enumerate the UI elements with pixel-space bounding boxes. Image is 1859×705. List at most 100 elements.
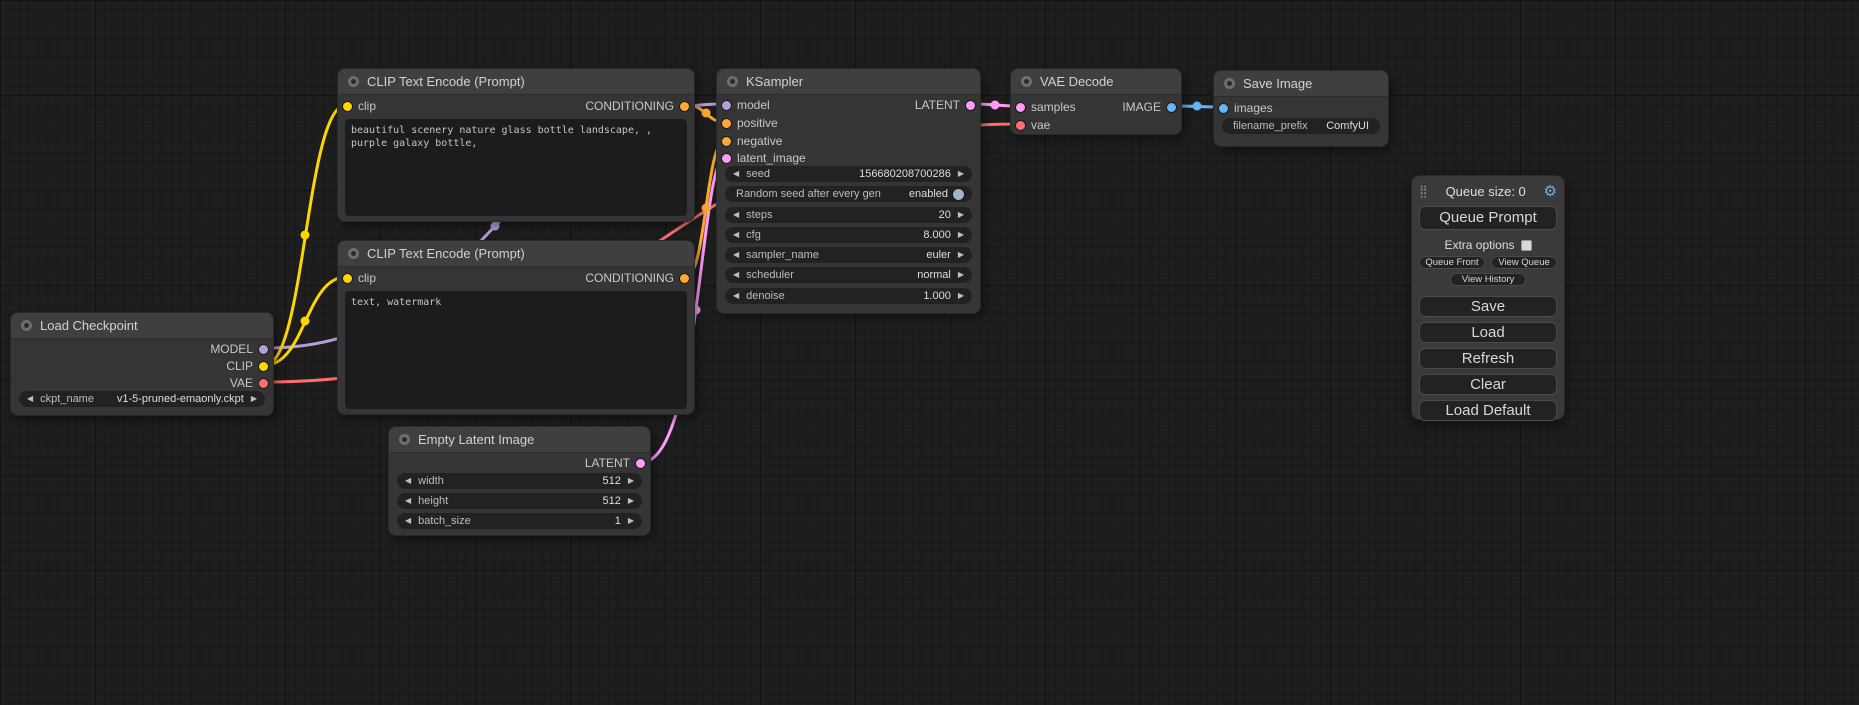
port-dot-conditioning[interactable] bbox=[680, 102, 689, 111]
decrement-arrow-icon[interactable]: ◀ bbox=[733, 227, 739, 243]
port-dot-latent[interactable] bbox=[636, 459, 645, 468]
drag-handle-icon[interactable]: ⣿ bbox=[1419, 184, 1428, 198]
node-title-bar[interactable]: KSampler bbox=[717, 69, 980, 95]
collapse-dot-icon[interactable] bbox=[727, 76, 738, 87]
node-clip-text-encode-positive[interactable]: CLIP Text Encode (Prompt) clip CONDITION… bbox=[337, 68, 695, 222]
output-slot-model[interactable]: MODEL bbox=[210, 342, 268, 356]
widget-scheduler[interactable]: ◀ scheduler normal ▶ bbox=[725, 267, 972, 283]
wire-midpoint-cond-negative[interactable] bbox=[702, 204, 711, 213]
decrement-arrow-icon[interactable]: ◀ bbox=[405, 493, 411, 509]
increment-arrow-icon[interactable]: ▶ bbox=[628, 473, 634, 489]
output-slot-vae[interactable]: VAE bbox=[230, 376, 268, 390]
decrement-arrow-icon[interactable]: ◀ bbox=[405, 473, 411, 489]
clear-button[interactable]: Clear bbox=[1419, 374, 1557, 395]
port-dot-clip[interactable] bbox=[343, 102, 352, 111]
refresh-button[interactable]: Refresh bbox=[1419, 348, 1557, 369]
prev-arrow-icon[interactable]: ◀ bbox=[27, 391, 33, 407]
widget-height[interactable]: ◀ height 512 ▶ bbox=[397, 493, 642, 509]
node-title-bar[interactable]: Empty Latent Image bbox=[389, 427, 650, 453]
port-dot-clip[interactable] bbox=[259, 362, 268, 371]
widget-steps[interactable]: ◀ steps 20 ▶ bbox=[725, 207, 972, 223]
wire-midpoint-clip-positive[interactable] bbox=[301, 231, 310, 240]
input-slot-clip[interactable]: clip bbox=[343, 271, 376, 285]
collapse-dot-icon[interactable] bbox=[21, 320, 32, 331]
input-slot-samples[interactable]: samples bbox=[1016, 100, 1076, 114]
save-button[interactable]: Save bbox=[1419, 296, 1557, 317]
view-history-button[interactable]: View History bbox=[1450, 273, 1526, 286]
next-arrow-icon[interactable]: ▶ bbox=[251, 391, 257, 407]
port-dot-latent[interactable] bbox=[966, 101, 975, 110]
port-dot-image[interactable] bbox=[1219, 104, 1228, 113]
port-dot-conditioning[interactable] bbox=[722, 119, 731, 128]
collapse-dot-icon[interactable] bbox=[348, 248, 359, 259]
prev-arrow-icon[interactable]: ◀ bbox=[733, 247, 739, 263]
increment-arrow-icon[interactable]: ▶ bbox=[958, 207, 964, 223]
settings-gear-icon[interactable]: ⚙ bbox=[1544, 182, 1557, 200]
port-dot-vae[interactable] bbox=[1016, 121, 1025, 130]
increment-arrow-icon[interactable]: ▶ bbox=[628, 513, 634, 529]
view-queue-button[interactable]: View Queue bbox=[1491, 256, 1557, 269]
node-clip-text-encode-negative[interactable]: CLIP Text Encode (Prompt) clip CONDITION… bbox=[337, 240, 695, 415]
prompt-textarea[interactable]: beautiful scenery nature glass bottle la… bbox=[345, 119, 687, 216]
output-slot-latent[interactable]: LATENT bbox=[915, 98, 975, 112]
input-slot-negative[interactable]: negative bbox=[722, 134, 782, 148]
wire-midpoint-clip-negative[interactable] bbox=[301, 317, 310, 326]
increment-arrow-icon[interactable]: ▶ bbox=[628, 493, 634, 509]
wire-midpoint-cond-positive[interactable] bbox=[702, 109, 711, 118]
extra-options-checkbox[interactable] bbox=[1521, 240, 1532, 251]
widget-ckpt-name[interactable]: ◀ ckpt_name v1-5-pruned-emaonly.ckpt ▶ bbox=[19, 391, 265, 407]
input-slot-latent-image[interactable]: latent_image bbox=[722, 151, 806, 165]
input-slot-images[interactable]: images bbox=[1219, 101, 1273, 115]
node-title-bar[interactable]: VAE Decode bbox=[1011, 69, 1181, 95]
collapse-dot-icon[interactable] bbox=[1021, 76, 1032, 87]
port-dot-conditioning[interactable] bbox=[722, 137, 731, 146]
output-slot-clip[interactable]: CLIP bbox=[226, 359, 268, 373]
node-save-image[interactable]: Save Image images filename_prefix ComfyU… bbox=[1213, 70, 1389, 147]
widget-random-seed-toggle[interactable]: Random seed after every gen enabled bbox=[725, 186, 972, 202]
port-dot-conditioning[interactable] bbox=[680, 274, 689, 283]
collapse-dot-icon[interactable] bbox=[348, 76, 359, 87]
node-title-bar[interactable]: CLIP Text Encode (Prompt) bbox=[338, 69, 694, 95]
node-title-bar[interactable]: Save Image bbox=[1214, 71, 1388, 97]
widget-denoise[interactable]: ◀ denoise 1.000 ▶ bbox=[725, 288, 972, 304]
node-load-checkpoint[interactable]: Load Checkpoint MODEL CLIP VAE ◀ ckpt_na… bbox=[10, 312, 274, 416]
node-title-bar[interactable]: CLIP Text Encode (Prompt) bbox=[338, 241, 694, 267]
input-slot-vae[interactable]: vae bbox=[1016, 118, 1050, 132]
queue-front-button[interactable]: Queue Front bbox=[1419, 256, 1485, 269]
port-dot-clip[interactable] bbox=[343, 274, 352, 283]
input-slot-clip[interactable]: clip bbox=[343, 99, 376, 113]
port-dot-model[interactable] bbox=[722, 101, 731, 110]
wire-midpoint-model[interactable] bbox=[491, 222, 500, 231]
prev-arrow-icon[interactable]: ◀ bbox=[733, 267, 739, 283]
output-slot-image[interactable]: IMAGE bbox=[1122, 100, 1176, 114]
node-empty-latent-image[interactable]: Empty Latent Image LATENT ◀ width 512 ▶ … bbox=[388, 426, 651, 536]
next-arrow-icon[interactable]: ▶ bbox=[958, 267, 964, 283]
port-dot-model[interactable] bbox=[259, 345, 268, 354]
next-arrow-icon[interactable]: ▶ bbox=[958, 247, 964, 263]
node-title-bar[interactable]: Load Checkpoint bbox=[11, 313, 273, 339]
decrement-arrow-icon[interactable]: ◀ bbox=[733, 166, 739, 182]
increment-arrow-icon[interactable]: ▶ bbox=[958, 288, 964, 304]
widget-width[interactable]: ◀ width 512 ▶ bbox=[397, 473, 642, 489]
port-dot-latent[interactable] bbox=[1016, 103, 1025, 112]
port-dot-image[interactable] bbox=[1167, 103, 1176, 112]
output-slot-latent[interactable]: LATENT bbox=[585, 456, 645, 470]
load-button[interactable]: Load bbox=[1419, 322, 1557, 343]
node-ksampler[interactable]: KSampler model positive negative latent_… bbox=[716, 68, 981, 314]
widget-cfg[interactable]: ◀ cfg 8.000 ▶ bbox=[725, 227, 972, 243]
increment-arrow-icon[interactable]: ▶ bbox=[958, 166, 964, 182]
wire-midpoint-image[interactable] bbox=[1193, 102, 1202, 111]
port-dot-latent[interactable] bbox=[722, 154, 731, 163]
decrement-arrow-icon[interactable]: ◀ bbox=[733, 288, 739, 304]
widget-seed[interactable]: ◀ seed 156680208700286 ▶ bbox=[725, 166, 972, 182]
output-slot-conditioning[interactable]: CONDITIONING bbox=[585, 99, 689, 113]
input-slot-positive[interactable]: positive bbox=[722, 116, 778, 130]
collapse-dot-icon[interactable] bbox=[399, 434, 410, 445]
prompt-textarea[interactable]: text, watermark bbox=[345, 291, 687, 409]
wire-midpoint-latent-vae[interactable] bbox=[991, 101, 1000, 110]
toggle-knob-icon[interactable] bbox=[953, 189, 964, 200]
load-default-button[interactable]: Load Default bbox=[1419, 400, 1557, 421]
increment-arrow-icon[interactable]: ▶ bbox=[958, 227, 964, 243]
input-slot-model[interactable]: model bbox=[722, 98, 770, 112]
output-slot-conditioning[interactable]: CONDITIONING bbox=[585, 271, 689, 285]
